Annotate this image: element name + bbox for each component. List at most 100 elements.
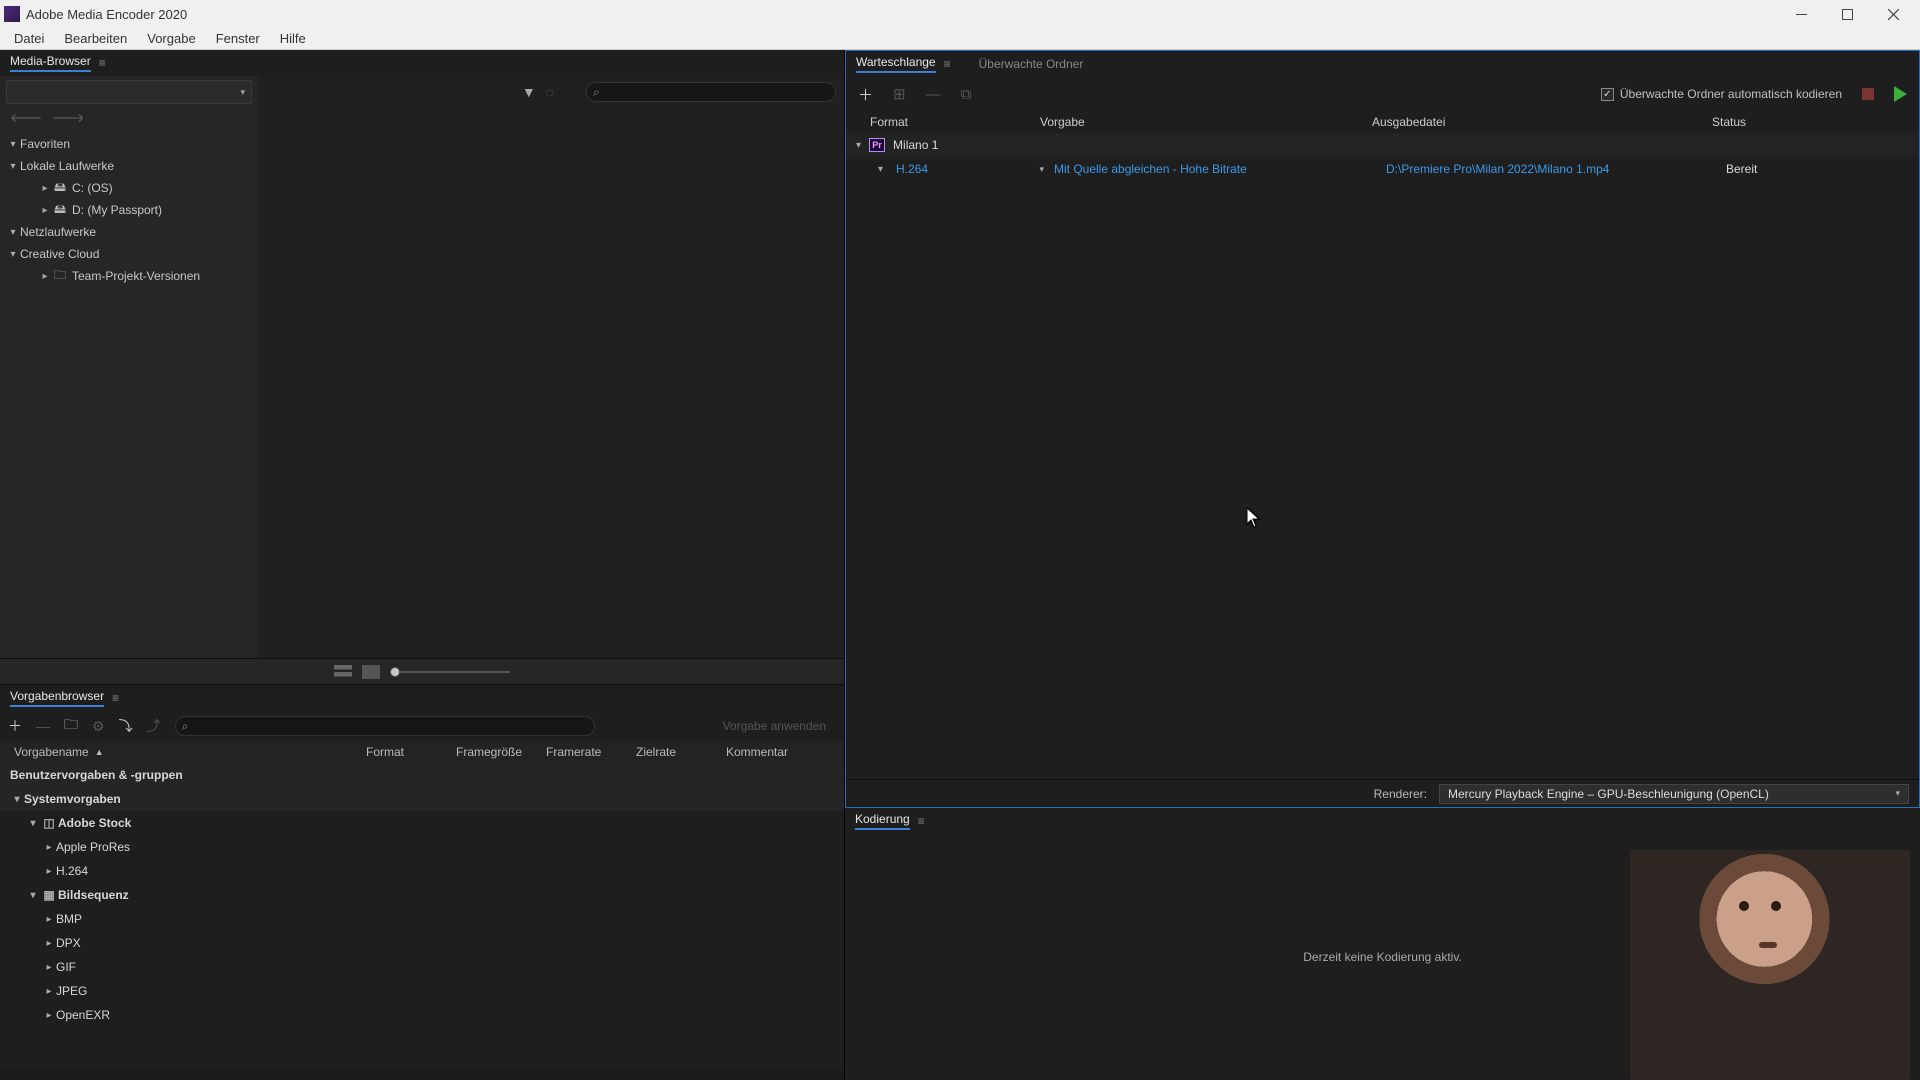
preset-group-image-sequence[interactable]: ▾▦Bildsequenz [0,883,844,907]
menu-file[interactable]: Datei [4,28,54,50]
app-logo-icon [4,6,20,22]
app-title: Adobe Media Encoder 2020 [26,7,187,22]
tree-creative-cloud[interactable]: ▾Creative Cloud [0,243,258,265]
window-minimize-button[interactable] [1778,0,1824,28]
output-file-link[interactable]: D:\Premiere Pro\Milan 2022\Milano 1.mp4 [1386,162,1726,176]
watch-folders-tab[interactable]: Überwachte Ordner [979,57,1084,71]
encoding-tab[interactable]: Kodierung [855,812,910,830]
add-output-icon[interactable]: ⊞ [893,85,906,103]
search-icon: ⌕ [182,719,189,734]
window-close-button[interactable] [1870,0,1916,28]
tree-team-versions[interactable]: ▸🗀Team-Projekt-Versionen [0,265,258,287]
location-dropdown[interactable]: ▾ [6,80,252,104]
filter-icon[interactable]: ▼ [522,84,536,100]
preset-jpeg[interactable]: ▸JPEG [0,979,844,1003]
image-seq-icon: ▦ [40,888,58,902]
menu-window[interactable]: Fenster [206,28,270,50]
thumbnail-view-button[interactable] [362,665,380,679]
preset-gif[interactable]: ▸GIF [0,955,844,979]
import-preset-icon[interactable]: ⤵ [119,716,133,736]
renderer-dropdown[interactable]: Mercury Playback Engine – GPU-Beschleuni… [1439,784,1909,804]
menubar: Datei Bearbeiten Vorgabe Fenster Hilfe [0,28,1920,50]
tree-drive-d[interactable]: ▸🖴D: (My Passport) [0,199,258,221]
header-format[interactable]: Format [366,745,456,759]
media-content-area[interactable] [258,108,844,658]
queue-output-row[interactable]: ▾ H.264 ▾ Mit Quelle abgleichen - Hohe B… [846,157,1919,181]
delete-preset-icon[interactable]: ― [36,718,50,734]
new-preset-icon[interactable]: ＋ [8,716,22,736]
output-format-dropdown[interactable]: H.264 ▾ [896,162,1054,176]
renderer-label: Renderer: [1374,787,1427,801]
queue-source-row[interactable]: ▾ Pr Milano 1 [846,133,1919,157]
media-search-input[interactable]: ⌕ [586,82,836,102]
encoding-panel: Kodierung ≡ Derzeit keine Kodierung akti… [845,808,1920,1080]
header-format[interactable]: Format [870,115,1040,129]
header-comment[interactable]: Kommentar [726,745,844,759]
nav-back-icon[interactable]: 🡐 [10,110,42,125]
preset-scrollbar[interactable] [0,1070,844,1080]
nav-forward-icon[interactable]: 🡒 [52,110,84,125]
folder-icon: 🗀 [52,266,68,287]
checkbox-icon: ✓ [1601,88,1614,101]
drive-icon: 🖴 [52,200,68,221]
output-preset-link[interactable]: Mit Quelle abgleichen - Hohe Bitrate [1054,162,1386,176]
preset-column-headers: Vorgabename▲ Format Framegröße Framerate… [0,741,844,763]
preset-h264[interactable]: ▸H.264 [0,859,844,883]
queue-body[interactable]: ▾ Pr Milano 1 ▾ H.264 ▾ Mit Quelle abgle… [846,133,1919,779]
stop-queue-button[interactable] [1862,88,1874,100]
export-preset-icon[interactable]: ⤴ [147,716,161,736]
preset-browser-panel: Vorgabenbrowser ≡ ＋ ― 🗀 ⚙ ⤵ ⤴ ⌕ Vorgabe … [0,685,844,1080]
source-name: Milano 1 [893,138,938,152]
tree-favorites[interactable]: ▾Favoriten [0,133,258,155]
preset-settings-icon[interactable]: ⚙ [92,718,105,735]
thumbnail-size-slider[interactable] [390,671,510,673]
encoding-idle-text: Derzeit keine Kodierung aktiv. [1303,950,1462,964]
duplicate-icon[interactable]: ⧉ [961,86,972,103]
preset-group-user[interactable]: Benutzervorgaben & -gruppen [0,763,844,787]
header-framesize[interactable]: Framegröße [456,745,546,759]
header-output[interactable]: Ausgabedatei [1372,115,1712,129]
auto-encode-checkbox[interactable]: ✓ Überwachte Ordner automatisch kodieren [1601,87,1842,101]
menu-preset[interactable]: Vorgabe [137,28,205,50]
tree-local-drives[interactable]: ▾Lokale Laufwerke [0,155,258,177]
preset-dpx[interactable]: ▸DPX [0,931,844,955]
queue-tab[interactable]: Warteschlange [856,55,936,73]
header-preset[interactable]: Vorgabe [1040,115,1372,129]
menu-edit[interactable]: Bearbeiten [54,28,137,50]
list-view-button[interactable] [334,665,352,679]
start-queue-button[interactable] [1894,86,1907,102]
panel-menu-icon[interactable]: ≡ [112,691,119,705]
preset-group-adobe-stock[interactable]: ▾◫Adobe Stock [0,811,844,835]
remove-icon[interactable]: ― [926,86,941,103]
panel-menu-icon[interactable]: ≡ [944,57,951,71]
chevron-down-icon: ▾ [878,164,896,175]
media-browser-tab[interactable]: Media-Browser [10,54,91,72]
header-name[interactable]: Vorgabename▲ [14,745,366,759]
tree-network-drives[interactable]: ▾Netzlaufwerke [0,221,258,243]
add-source-icon[interactable]: ＋ [858,84,873,105]
preset-browser-tab[interactable]: Vorgabenbrowser [10,689,104,707]
tree-drive-c[interactable]: ▸🖴C: (OS) [0,177,258,199]
titlebar: Adobe Media Encoder 2020 [0,0,1920,28]
preset-group-system[interactable]: ▾Systemvorgaben [0,787,844,811]
header-framerate[interactable]: Framerate [546,745,636,759]
ingest-icon[interactable]: ◌ [546,84,554,100]
apply-preset-button[interactable]: Vorgabe anwenden [713,719,836,733]
chevron-down-icon: ▾ [856,140,861,151]
search-icon: ⌕ [593,85,600,100]
panel-menu-icon[interactable]: ≡ [99,56,106,70]
chevron-down-icon: ▾ [1039,164,1044,175]
queue-panel: Warteschlange ≡ Überwachte Ordner ＋ ⊞ ― … [845,50,1920,808]
panel-menu-icon[interactable]: ≡ [918,814,925,828]
header-status[interactable]: Status [1712,115,1919,129]
menu-help[interactable]: Hilfe [270,28,316,50]
preset-bmp[interactable]: ▸BMP [0,907,844,931]
window-maximize-button[interactable] [1824,0,1870,28]
chevron-down-icon: ▾ [1895,788,1900,799]
new-group-icon[interactable]: 🗀 [64,714,78,738]
sort-asc-icon: ▲ [95,747,104,757]
preset-openexr[interactable]: ▸OpenEXR [0,1003,844,1027]
header-target[interactable]: Zielrate [636,745,726,759]
preset-search-input[interactable]: ⌕ [175,716,595,736]
preset-apple-prores[interactable]: ▸Apple ProRes [0,835,844,859]
